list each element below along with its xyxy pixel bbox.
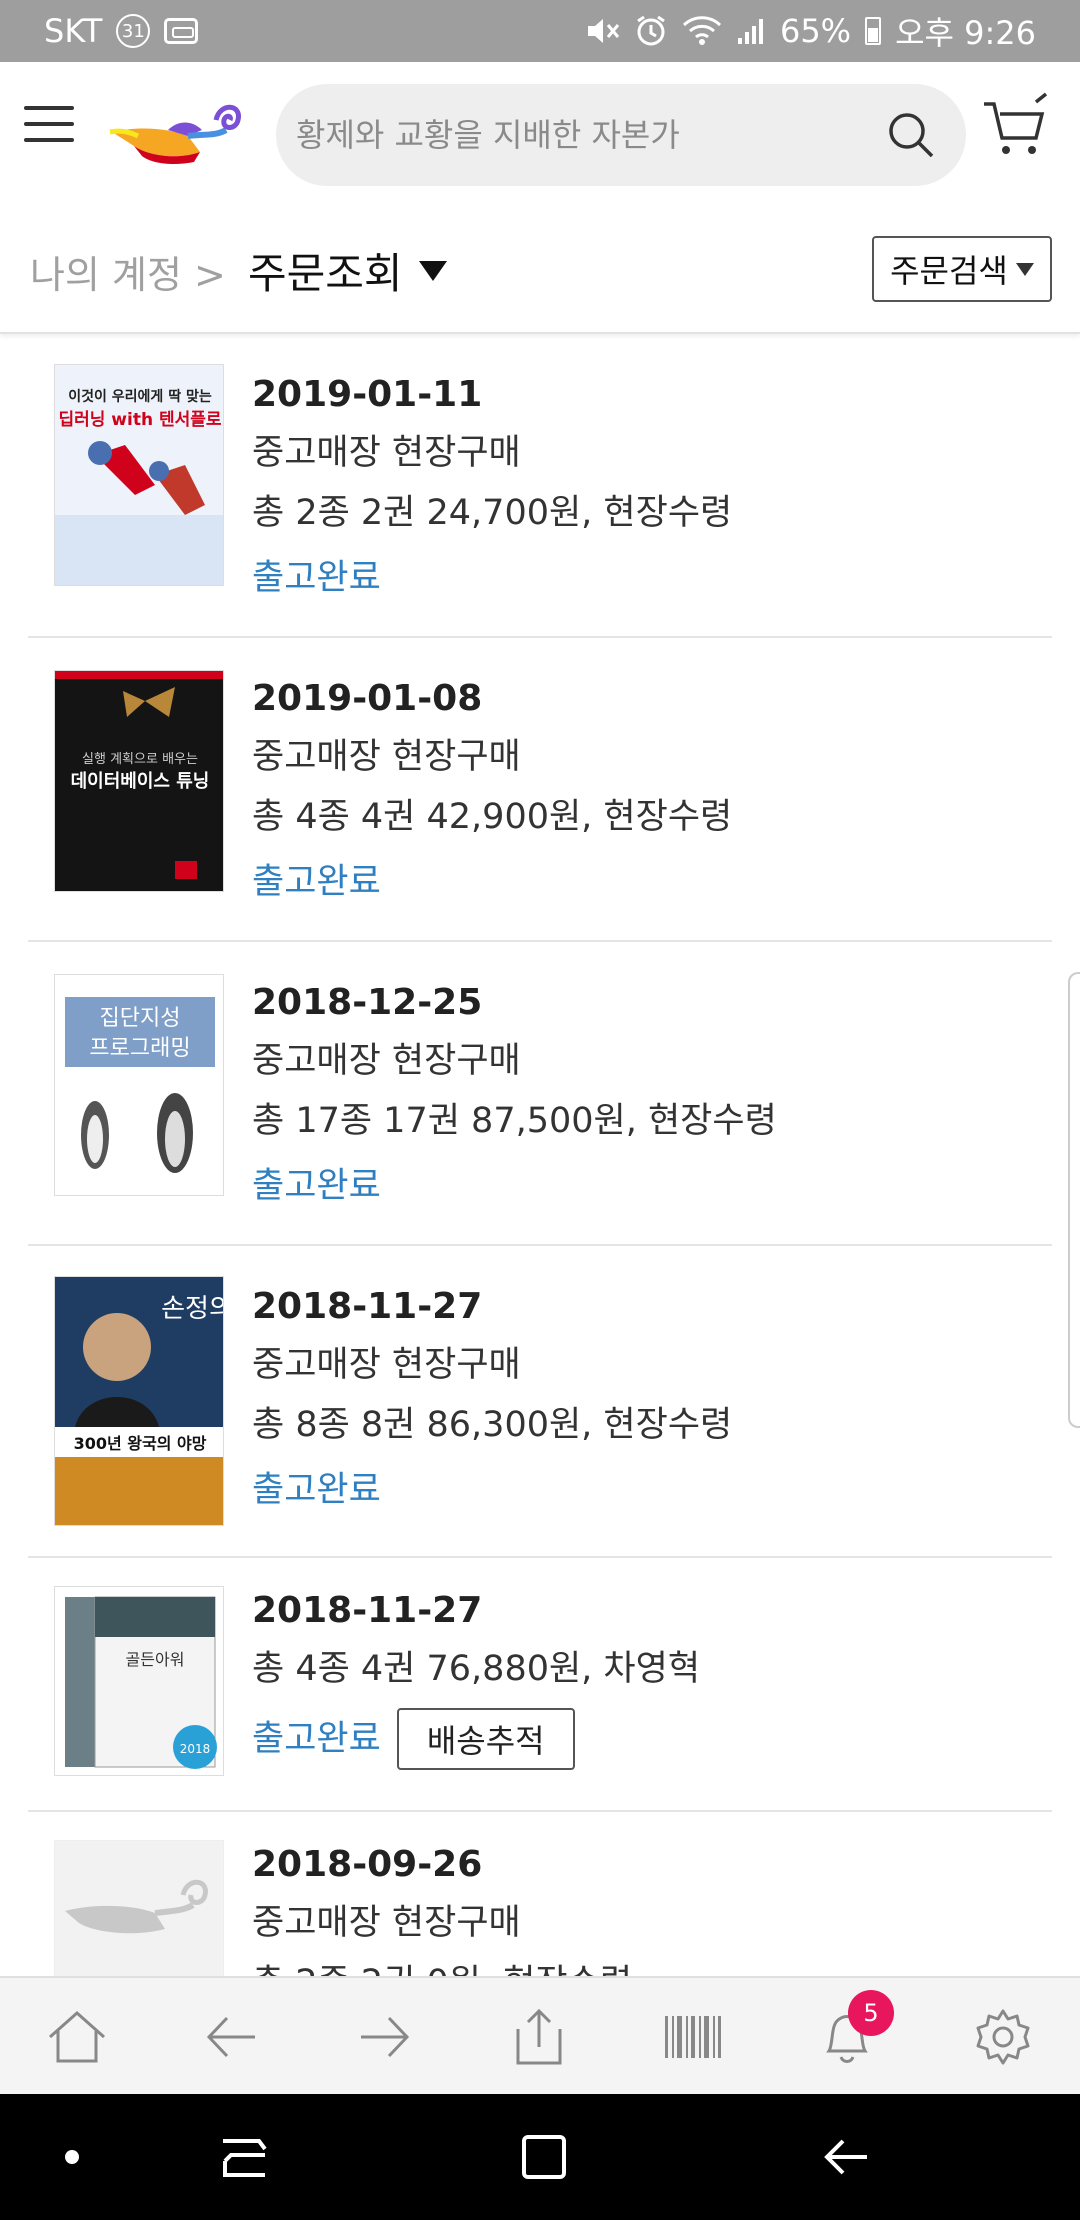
alarm-icon: [634, 14, 668, 48]
bottom-toolbar: 5: [0, 1976, 1080, 2094]
order-channel: 중고매장 현장구매: [252, 1345, 521, 1385]
order-channel: 중고매장 현장구매: [252, 1041, 521, 1081]
book-cover-collective-intelligence[interactable]: 집단지성 프로그래밍: [54, 974, 224, 1196]
notification-count-badge: 5: [848, 1990, 894, 2036]
track-shipment-button[interactable]: 배송추적: [396, 1708, 575, 1770]
share-icon[interactable]: [504, 2002, 574, 2072]
order-item[interactable]: 실행 계획으로 배우는 데이터베이스 튜닝 2019-01-08 중고매장 현장…: [28, 640, 1052, 942]
page-title: 주문조회: [248, 249, 403, 298]
order-channel: 중고매장 현장구매: [252, 1903, 521, 1943]
order-summary: 총 17종 17권 87,500원, 현장수령: [252, 1101, 777, 1141]
notification-bell-button[interactable]: 5: [812, 1990, 894, 2072]
mute-icon: [584, 15, 620, 47]
battery-percent: 65%: [779, 12, 852, 50]
wifi-icon: [682, 15, 722, 47]
order-summary: 총 4종 4권 76,880원, 차영혁: [252, 1649, 701, 1689]
order-search-label: 주문검색: [890, 252, 1008, 290]
order-date: 2018-12-25: [252, 982, 483, 1023]
order-channel: 중고매장 현장구매: [252, 737, 521, 777]
order-item[interactable]: 손정의 300년 왕국의 야망 2018-11-27 중고매장 현장구매 총 8…: [28, 1248, 1052, 1558]
system-nav-bar: [0, 2094, 1080, 2220]
order-channel: 중고매장 현장구매: [252, 433, 521, 473]
order-status-link[interactable]: 출고완료: [252, 857, 381, 907]
order-summary: 총 4종 4권 42,900원, 현장수령: [252, 797, 733, 837]
order-date: 2019-01-08: [252, 678, 483, 719]
order-status-link[interactable]: 출고완료: [252, 1161, 381, 1211]
order-item[interactable]: 2018-09-26 중고매장 현장구매 총 2종 2권 0원, 현장수령: [28, 1814, 1052, 1976]
cart-icon[interactable]: [980, 92, 1050, 162]
svg-text:2018: 2018: [180, 1742, 211, 1756]
aladin-lamp-logo[interactable]: [108, 90, 244, 170]
order-item[interactable]: 이것이 우리에게 딱 맞는 딥러닝 with 텐서플로 2019-01-11 중…: [28, 336, 1052, 638]
search-input[interactable]: [296, 104, 856, 166]
order-date: 2019-01-11: [252, 374, 483, 415]
order-summary: 총 2종 2권 0원, 현장수령: [252, 1958, 632, 1976]
order-date: 2018-09-26: [252, 1844, 483, 1885]
breadcrumb-my-account[interactable]: 나의 계정 >: [30, 244, 226, 299]
nav-dot-icon[interactable]: [42, 2127, 102, 2187]
hamburger-menu-icon[interactable]: [24, 106, 74, 146]
book-cover-placeholder[interactable]: [54, 1840, 224, 1976]
order-status-link[interactable]: 출고완료: [252, 1465, 381, 1515]
app-header: [0, 62, 1080, 200]
cover-subtitle-text: 300년 왕국의 야망: [74, 1434, 207, 1453]
book-cover-son-masayoshi[interactable]: 손정의 300년 왕국의 야망: [54, 1276, 224, 1526]
svg-text:집단지성: 집단지성: [100, 1006, 181, 1031]
battery-icon: [865, 17, 882, 45]
forward-arrow-icon[interactable]: [350, 2002, 420, 2072]
vr-mode-icon: [164, 18, 199, 44]
recent-apps-icon[interactable]: [214, 2127, 274, 2187]
order-status-link[interactable]: 출고완료: [252, 553, 381, 603]
breadcrumb: 나의 계정 > 주문조회 주문검색: [0, 200, 1080, 334]
order-search-button[interactable]: 주문검색: [872, 236, 1052, 302]
barcode-icon[interactable]: [658, 2002, 728, 2072]
clock: 오후 9:26: [895, 14, 1036, 52]
svg-text:실행 계획으로 배우는: 실행 계획으로 배우는: [82, 751, 198, 767]
order-item[interactable]: 골든아워 2018 2018-11-27 총 4종 4권 76,880원, 차영…: [28, 1560, 1052, 1812]
book-cover-database-tuning[interactable]: 실행 계획으로 배우는 데이터베이스 튜닝: [54, 670, 224, 892]
book-cover-deeplearning[interactable]: 이것이 우리에게 딱 맞는 딥러닝 with 텐서플로: [54, 364, 224, 586]
back-arrow-icon[interactable]: [196, 2002, 266, 2072]
svg-text:데이터베이스 튜닝: 데이터베이스 튜닝: [71, 771, 210, 792]
order-date: 2018-11-27: [252, 1286, 483, 1327]
book-cover-golden-hour[interactable]: 골든아워 2018: [54, 1586, 224, 1776]
order-summary: 총 2종 2권 24,700원, 현장수령: [252, 493, 733, 533]
gear-icon[interactable]: [968, 2002, 1038, 2072]
carrier-label: SKT: [44, 12, 103, 50]
caret-down-icon: [1015, 262, 1034, 276]
home-icon[interactable]: [42, 2002, 112, 2072]
system-back-icon[interactable]: [816, 2127, 876, 2187]
order-item[interactable]: 집단지성 프로그래밍 2018-12-25 중고매장 현장구매 총 17종 17…: [28, 944, 1052, 1246]
search-icon[interactable]: [886, 110, 936, 160]
svg-text:골든아워: 골든아워: [126, 1650, 185, 1669]
status-bar: SKT 31 65% 오후 9:26: [0, 0, 1080, 62]
cover-title-text: 손정의: [161, 1294, 224, 1324]
order-date: 2018-11-27: [252, 1590, 483, 1631]
order-list: 이것이 우리에게 딱 맞는 딥러닝 with 텐서플로 2019-01-11 중…: [0, 336, 1080, 1976]
search-box[interactable]: [276, 84, 966, 186]
order-summary: 총 8종 8권 86,300원, 현장수령: [252, 1405, 733, 1445]
svg-text:프로그래밍: 프로그래밍: [89, 1036, 190, 1061]
signal-icon: [736, 16, 766, 46]
order-history-dropdown[interactable]: 주문조회: [248, 240, 447, 301]
chevron-down-icon: [418, 260, 447, 281]
order-status-link[interactable]: 출고완료: [252, 1714, 381, 1764]
svg-text:딥러닝 with 텐서플로: 딥러닝 with 텐서플로: [58, 410, 221, 430]
scrollbar[interactable]: [1068, 972, 1080, 1428]
home-square-icon[interactable]: [514, 2127, 574, 2187]
svg-text:이것이 우리에게 딱 맞는: 이것이 우리에게 딱 맞는: [68, 388, 212, 405]
sim-badge: 31: [116, 14, 151, 48]
